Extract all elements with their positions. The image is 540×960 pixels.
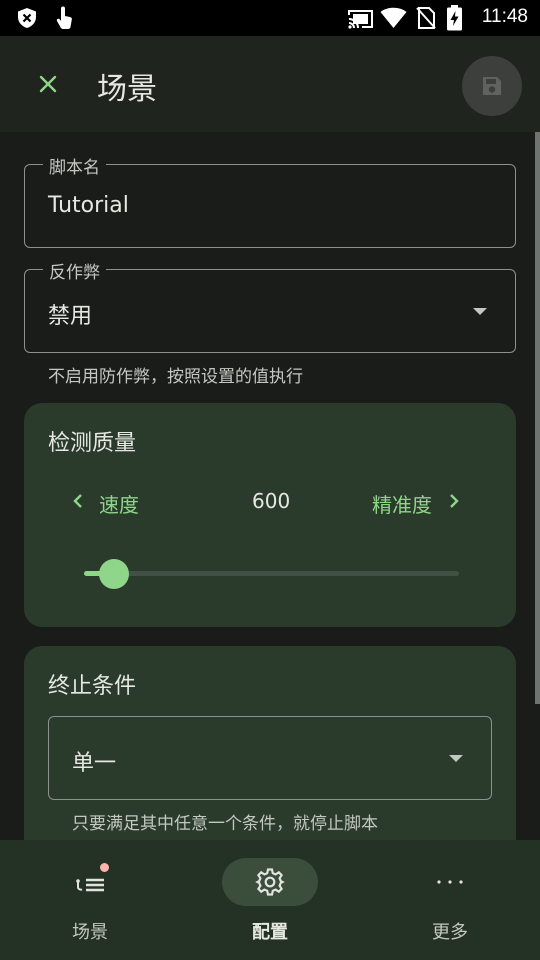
quality-value: 600 [252,489,291,513]
detection-quality-card: 检测质量 速度 600 精准度 [24,403,516,627]
termination-card: 终止条件 单一 只要满足其中任意一个条件，就停止脚本 [24,646,516,840]
nav-item-more[interactable]: 更多 [360,840,540,960]
termination-title: 终止条件 [48,674,137,699]
script-name-field[interactable]: 脚本名 Tutorial [24,153,516,248]
config-content[interactable]: 脚本名 Tutorial 反作弊 禁用 不启用防作弊，按照设置的值执行 检测质量… [0,132,540,840]
no-sim-icon [416,7,436,29]
termination-select[interactable]: 单一 [48,716,492,800]
status-time: 11:48 [481,6,528,27]
scene-list-icon [76,878,104,892]
nav-pill [402,858,498,906]
page-title: 场景 [97,73,157,106]
termination-helper: 只要满足其中任意一个条件，就停止脚本 [72,814,378,834]
anti-cheat-label: 反作弊 [43,258,106,283]
quality-slider-thumb[interactable] [99,559,129,589]
gear-icon [255,868,285,896]
nav-item-config[interactable]: 配置 [180,840,360,960]
script-name-input[interactable]: Tutorial [48,193,129,218]
quality-slider-track[interactable] [84,571,459,576]
close-button[interactable] [22,68,74,100]
anti-cheat-select[interactable]: 反作弊 禁用 [24,258,516,353]
chevron-left-icon[interactable] [72,493,84,509]
status-bar: 11:48 [0,0,540,36]
touch-icon [56,6,72,29]
nav-pill-active [222,858,318,906]
app-bar: 场景 [0,36,540,132]
shield-x-icon [18,8,36,28]
anti-cheat-value: 禁用 [48,304,93,329]
chevron-right-icon[interactable] [448,493,460,509]
nav-label-more: 更多 [432,922,468,943]
scrollbar[interactable] [535,132,540,704]
detection-quality-title: 检测质量 [48,431,137,456]
bottom-nav: 场景 配置 更多 [0,840,540,960]
save-icon [483,77,501,95]
notification-badge [100,863,109,872]
termination-value: 单一 [72,751,117,776]
more-icon [437,880,463,884]
dropdown-arrow-icon [449,755,463,762]
save-button[interactable] [462,56,522,116]
nav-label-config: 配置 [252,922,288,943]
script-name-label: 脚本名 [43,153,106,178]
nav-item-scene[interactable]: 场景 [0,840,180,960]
nav-label-scene: 场景 [72,922,108,943]
speed-option[interactable]: 速度 [99,489,139,518]
close-icon [39,75,57,93]
cast-icon [348,10,373,29]
nav-pill [42,858,138,906]
dropdown-arrow-icon [473,308,487,315]
anti-cheat-helper: 不启用防作弊，按照设置的值执行 [48,367,303,387]
battery-charging-icon [447,5,462,31]
wifi-icon [380,7,407,29]
accuracy-option[interactable]: 精准度 [372,489,432,518]
